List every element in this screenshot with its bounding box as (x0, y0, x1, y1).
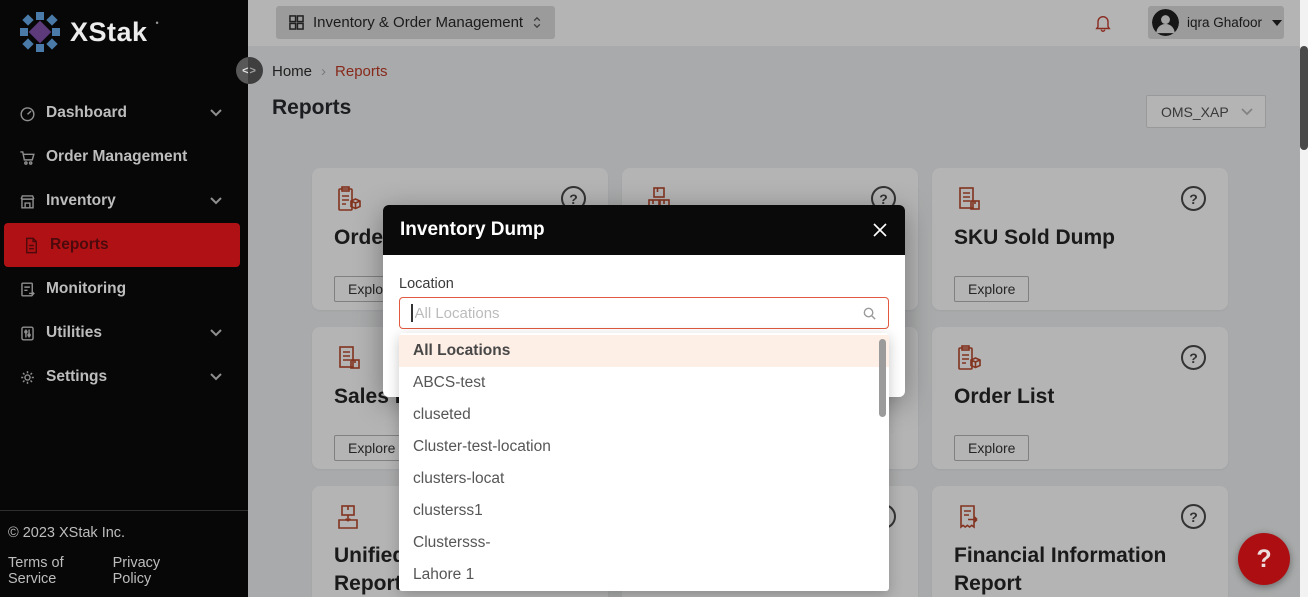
sidebar-nav: Dashboard Order Management Inventory (0, 91, 248, 399)
search-icon (862, 306, 877, 321)
brand-logo: XStak • (18, 10, 159, 54)
sidebar-item-label: Settings (46, 368, 107, 386)
location-dropdown: All Locations ABCS-test cluseted Cluster… (399, 333, 889, 591)
location-option[interactable]: Clustersss- (399, 527, 889, 559)
location-search-input[interactable] (413, 305, 863, 322)
sidebar-item-dashboard[interactable]: Dashboard (0, 91, 248, 135)
sliders-icon (18, 324, 37, 343)
location-option[interactable]: clusterss1 (399, 495, 889, 527)
terms-of-service-link[interactable]: Terms of Service (8, 555, 113, 587)
file-icon (22, 236, 41, 255)
location-field-label: Location (399, 276, 889, 292)
location-option[interactable]: Lahore 1 (399, 559, 889, 591)
copyright-text: © 2023 XStak Inc. (8, 525, 240, 541)
sidebar-item-label: Utilities (46, 324, 102, 342)
logo-trademark: • (156, 18, 159, 28)
cart-icon (18, 148, 37, 167)
sidebar-item-label: Reports (50, 236, 109, 254)
sidebar-item-reports[interactable]: Reports (4, 223, 240, 267)
sidebar-item-label: Order Management (46, 148, 187, 166)
sidebar-footer: © 2023 XStak Inc. Terms of Service Priva… (0, 510, 248, 597)
chevron-down-icon (210, 373, 222, 381)
help-button[interactable]: ? (1238, 533, 1290, 585)
gear-icon (18, 368, 37, 387)
modal-header: Inventory Dump (383, 205, 905, 255)
dropdown-scrollbar-thumb[interactable] (879, 339, 886, 417)
close-icon[interactable] (872, 222, 888, 238)
privacy-policy-link[interactable]: Privacy Policy (113, 555, 200, 587)
location-option[interactable]: All Locations (399, 335, 889, 367)
location-option[interactable]: ABCS-test (399, 367, 889, 399)
gauge-icon (18, 104, 37, 123)
sidebar-item-inventory[interactable]: Inventory (0, 179, 248, 223)
sidebar-item-order-management[interactable]: Order Management (0, 135, 248, 179)
sidebar: XStak • Dashboard Order Management Inven… (0, 0, 248, 597)
page-scrollbar-thumb[interactable] (1300, 46, 1308, 150)
chevron-down-icon (210, 197, 222, 205)
sidebar-item-monitoring[interactable]: Monitoring (0, 267, 248, 311)
location-option[interactable]: Cluster-test-location (399, 431, 889, 463)
sidebar-item-label: Dashboard (46, 104, 127, 122)
location-option[interactable]: cluseted (399, 399, 889, 431)
sidebar-item-label: Monitoring (46, 280, 126, 298)
location-option[interactable]: clusters-locat (399, 463, 889, 495)
sidebar-item-utilities[interactable]: Utilities (0, 311, 248, 355)
page-scrollbar-track (1300, 0, 1308, 597)
sidebar-item-label: Inventory (46, 192, 116, 210)
store-icon (18, 192, 37, 211)
xstak-logo-icon (18, 10, 62, 54)
sidebar-item-settings[interactable]: Settings (0, 355, 248, 399)
location-input-wrap (399, 297, 889, 329)
modal-title: Inventory Dump (400, 219, 872, 241)
brand-name: XStak (70, 17, 148, 48)
chevron-down-icon (210, 329, 222, 337)
monitor-icon (18, 280, 37, 299)
app-window: XStak • Dashboard Order Management Inven… (0, 0, 1308, 597)
chevron-down-icon (210, 109, 222, 117)
